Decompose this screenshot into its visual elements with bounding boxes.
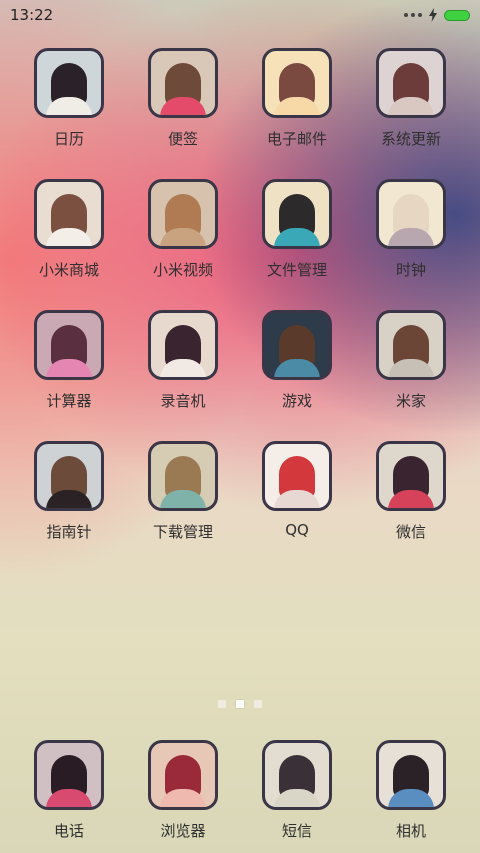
app-label: 计算器 — [46, 392, 92, 410]
app-label: 相机 — [395, 822, 426, 840]
battery-icon — [444, 9, 470, 21]
app-icon — [34, 179, 104, 249]
apps-app-5[interactable]: 小米视频 — [126, 179, 240, 291]
app-icon — [148, 179, 218, 249]
app-label: 微信 — [395, 523, 426, 541]
app-icon — [262, 179, 332, 249]
app-label: 指南针 — [46, 523, 92, 541]
app-icon — [376, 310, 446, 380]
apps-app-13[interactable]: 下载管理 — [126, 441, 240, 553]
apps-app-8[interactable]: 计算器 — [12, 310, 126, 422]
app-icon — [376, 48, 446, 118]
dock-app-3[interactable]: 相机 — [354, 740, 468, 852]
app-icon — [34, 310, 104, 380]
charging-icon — [429, 8, 437, 22]
dock-app-1[interactable]: 浏览器 — [126, 740, 240, 852]
app-label: 小米视频 — [152, 261, 213, 279]
dock-app-2[interactable]: 短信 — [240, 740, 354, 852]
app-label: 电子邮件 — [266, 130, 327, 148]
app-label: 下载管理 — [152, 523, 213, 541]
app-label: 文件管理 — [266, 261, 327, 279]
app-label: 浏览器 — [160, 822, 206, 840]
apps-app-15[interactable]: 微信 — [354, 441, 468, 553]
app-icon — [148, 310, 218, 380]
app-icon — [262, 48, 332, 118]
app-label: 电话 — [53, 822, 84, 840]
status-time: 13:22 — [10, 6, 54, 24]
app-icon — [34, 441, 104, 511]
app-icon — [34, 740, 104, 810]
status-icons — [404, 8, 470, 22]
app-icon — [376, 179, 446, 249]
page-indicator — [0, 700, 480, 708]
app-label: 便签 — [167, 130, 198, 148]
app-icon — [262, 740, 332, 810]
app-icon — [34, 48, 104, 118]
page-dot[interactable] — [218, 700, 226, 708]
app-icon — [148, 441, 218, 511]
more-notifications-icon — [404, 13, 422, 17]
app-label: 系统更新 — [380, 130, 441, 148]
app-icon — [148, 740, 218, 810]
apps-app-6[interactable]: 文件管理 — [240, 179, 354, 291]
app-grid: 日历 便签 电子邮件 系统更新小米商城 小米视频 文件管理 时钟计算器 录音机 游戏 米家指南针 下… — [12, 48, 468, 553]
app-label: QQ — [285, 521, 309, 539]
apps-app-7[interactable]: 时钟 — [354, 179, 468, 291]
page-dot[interactable] — [254, 700, 262, 708]
apps-app-4[interactable]: 小米商城 — [12, 179, 126, 291]
app-icon — [148, 48, 218, 118]
dock: 电话 浏览器 短信 相机 — [12, 740, 468, 852]
app-label: 小米商城 — [38, 261, 99, 279]
app-icon — [376, 441, 446, 511]
apps-app-14[interactable]: QQ — [240, 441, 354, 553]
app-icon — [262, 441, 332, 511]
apps-app-2[interactable]: 电子邮件 — [240, 48, 354, 160]
page-dot[interactable] — [236, 700, 244, 708]
apps-app-0[interactable]: 日历 — [12, 48, 126, 160]
apps-app-11[interactable]: 米家 — [354, 310, 468, 422]
apps-app-3[interactable]: 系统更新 — [354, 48, 468, 160]
app-label: 日历 — [53, 130, 84, 148]
apps-app-1[interactable]: 便签 — [126, 48, 240, 160]
app-label: 米家 — [395, 392, 426, 410]
app-label: 短信 — [281, 822, 312, 840]
status-bar: 13:22 — [0, 0, 480, 30]
app-label: 游戏 — [281, 392, 312, 410]
apps-app-10[interactable]: 游戏 — [240, 310, 354, 422]
app-icon — [262, 310, 332, 380]
apps-app-12[interactable]: 指南针 — [12, 441, 126, 553]
app-icon — [376, 740, 446, 810]
apps-app-9[interactable]: 录音机 — [126, 310, 240, 422]
dock-app-0[interactable]: 电话 — [12, 740, 126, 852]
app-label: 录音机 — [160, 392, 206, 410]
app-label: 时钟 — [395, 261, 426, 279]
